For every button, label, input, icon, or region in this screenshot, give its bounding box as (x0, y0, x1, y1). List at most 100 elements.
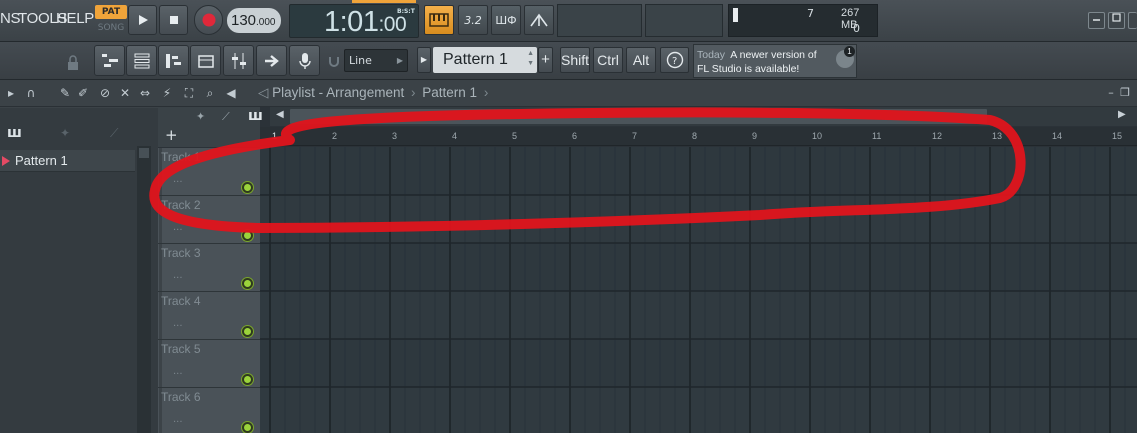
piano-roll-tab-icon[interactable]: ш (7, 125, 37, 141)
metronome-icon (530, 13, 548, 27)
hint-panel (557, 4, 642, 37)
playlist-icon (101, 53, 118, 67)
snap-selector[interactable]: Line ▶ (344, 49, 408, 72)
pencil-icon[interactable]: ✎ (58, 86, 72, 100)
record-button[interactable] (194, 5, 223, 35)
paint-icon[interactable]: ✐ (76, 86, 90, 100)
timeline-ruler[interactable]: 1 2 3 4 5 6 7 8 9 10 11 12 13 14 15 (260, 127, 1137, 146)
track-enable-led[interactable] (242, 182, 253, 193)
track-header[interactable]: Track 6... (158, 388, 260, 433)
restore-playlist-icon[interactable]: ❐ (1118, 86, 1132, 100)
snap-magnet-icon (329, 57, 339, 67)
track-options[interactable]: ... (173, 414, 183, 425)
audio-clip-icon[interactable]: ✦ (196, 110, 205, 123)
arrow-right-icon (264, 54, 279, 67)
channel-panel-scrollbar[interactable] (137, 146, 151, 433)
horizontal-scrollbar[interactable]: ◀ ▶ (270, 107, 1137, 126)
zoom-icon[interactable]: ⌕ (203, 86, 217, 100)
record-audio-button[interactable] (289, 45, 320, 76)
ruler-tick-label: 9 (752, 131, 758, 141)
playlist-grid[interactable] (260, 147, 1137, 433)
ctrl-button[interactable]: Ctrl (593, 47, 623, 73)
stop-button[interactable] (159, 5, 188, 35)
pat-song-toggle[interactable]: PAT SONG (95, 5, 127, 37)
track-header[interactable]: Track 1... (158, 148, 260, 196)
tempo-display[interactable]: 130.000 (227, 8, 281, 33)
playback-icon[interactable]: ◀ (224, 86, 238, 100)
accent-strip (352, 0, 416, 3)
track-options[interactable]: ... (173, 270, 183, 281)
export-button[interactable] (256, 45, 287, 76)
alt-button[interactable]: Alt (626, 47, 656, 73)
time-display[interactable]: 1:01:00 B:S:T (289, 4, 419, 38)
ruler-tick-label: 6 (572, 131, 578, 141)
track-enable-led[interactable] (242, 230, 253, 241)
ruler-tick-label: 12 (932, 131, 943, 141)
minimize-playlist-icon[interactable]: – (1104, 86, 1118, 100)
close-button[interactable] (1128, 12, 1137, 29)
slip-icon[interactable]: ⇔ (138, 86, 152, 100)
polyphony-value: 0 (853, 22, 860, 35)
automation-clip-icon[interactable]: ⟋ (222, 110, 230, 124)
minimize-button[interactable] (1088, 12, 1105, 29)
add-pattern-button[interactable]: + (538, 47, 553, 73)
step-edit-button[interactable]: 3.2 (458, 5, 488, 35)
hint-button[interactable]: ? (660, 47, 689, 73)
audio-tab-icon[interactable]: ✦ (60, 126, 70, 140)
magnet-icon[interactable]: ∩ (24, 86, 38, 100)
track-enable-led[interactable] (242, 326, 253, 337)
cpu-value: 7 (807, 7, 814, 20)
mixer-button[interactable] (223, 45, 254, 76)
minimize-icon (1093, 19, 1100, 21)
ruler-tick-label: 14 (1052, 131, 1063, 141)
mute-icon[interactable]: ✕ (118, 86, 132, 100)
up-down-arrows-icon[interactable]: ▲ ▼ (527, 49, 534, 69)
track-header[interactable]: Track 2... (158, 196, 260, 244)
restore-button[interactable] (1108, 12, 1125, 29)
scroll-right-icon[interactable]: ▶ (1118, 109, 1126, 120)
ruler-tick-label: 15 (1112, 131, 1123, 141)
scroll-left-icon[interactable]: ◀ (276, 109, 284, 120)
track-enable-led[interactable] (242, 374, 253, 385)
track-options[interactable]: ... (173, 366, 183, 377)
pattern-selector[interactable]: Pattern 1 ▲ ▼ (433, 47, 537, 73)
menu-help[interactable]: HELP (56, 10, 94, 27)
pattern-menu-button[interactable]: ▶ (417, 47, 431, 73)
track-enable-led[interactable] (242, 278, 253, 289)
channel-rack-button[interactable] (126, 45, 157, 76)
time-main: 1:01:00 (324, 6, 407, 38)
select-icon[interactable]: ⛶ (182, 86, 196, 100)
track-header[interactable]: Track 5... (158, 340, 260, 388)
delete-icon[interactable]: ⊘ (98, 86, 112, 100)
play-button[interactable] (128, 5, 157, 35)
metronome-button[interactable] (524, 5, 554, 35)
shift-button[interactable]: Shift (560, 47, 590, 73)
track-options[interactable]: ... (173, 318, 183, 329)
typing-keyboard-button[interactable] (424, 5, 454, 35)
pattern-clip-icon[interactable]: ш (248, 108, 263, 124)
track-options[interactable]: ... (173, 174, 183, 185)
browser-button[interactable] (190, 45, 221, 76)
track-header[interactable]: Track 4... (158, 292, 260, 340)
horizontal-scrollbar-handle[interactable] (290, 109, 987, 124)
play-icon (138, 15, 148, 25)
pattern-list-item[interactable]: Pattern 1 (0, 150, 135, 172)
add-track-button[interactable]: + (165, 126, 185, 144)
update-notification[interactable]: Today A newer version of FL Studio is av… (693, 44, 857, 78)
track-options[interactable]: ... (173, 222, 183, 233)
track-header[interactable]: Track 3... (158, 244, 260, 292)
breadcrumb-playlist: Playlist - Arrangement (272, 85, 405, 100)
piano-roll-button[interactable] (158, 45, 189, 76)
loop-label: ШФ (495, 13, 517, 27)
dropdown-arrow-icon: ▶ (396, 56, 403, 65)
oscilloscope-panel (645, 4, 723, 37)
track-enable-led[interactable] (242, 422, 253, 433)
tempo-fraction: .000 (256, 17, 276, 28)
play-small-icon[interactable]: ▸ (4, 86, 18, 100)
slice-icon[interactable]: ⚡ (160, 86, 174, 100)
loop-record-button[interactable]: ШФ (491, 5, 521, 35)
automation-tab-icon[interactable]: ⟋ (110, 126, 118, 141)
scrollbar-handle[interactable] (139, 148, 149, 158)
playlist-button[interactable] (94, 45, 125, 76)
main-toolbar: NS TOOLS HELP PAT SONG 130.000 1:01:00 B… (0, 0, 1137, 42)
